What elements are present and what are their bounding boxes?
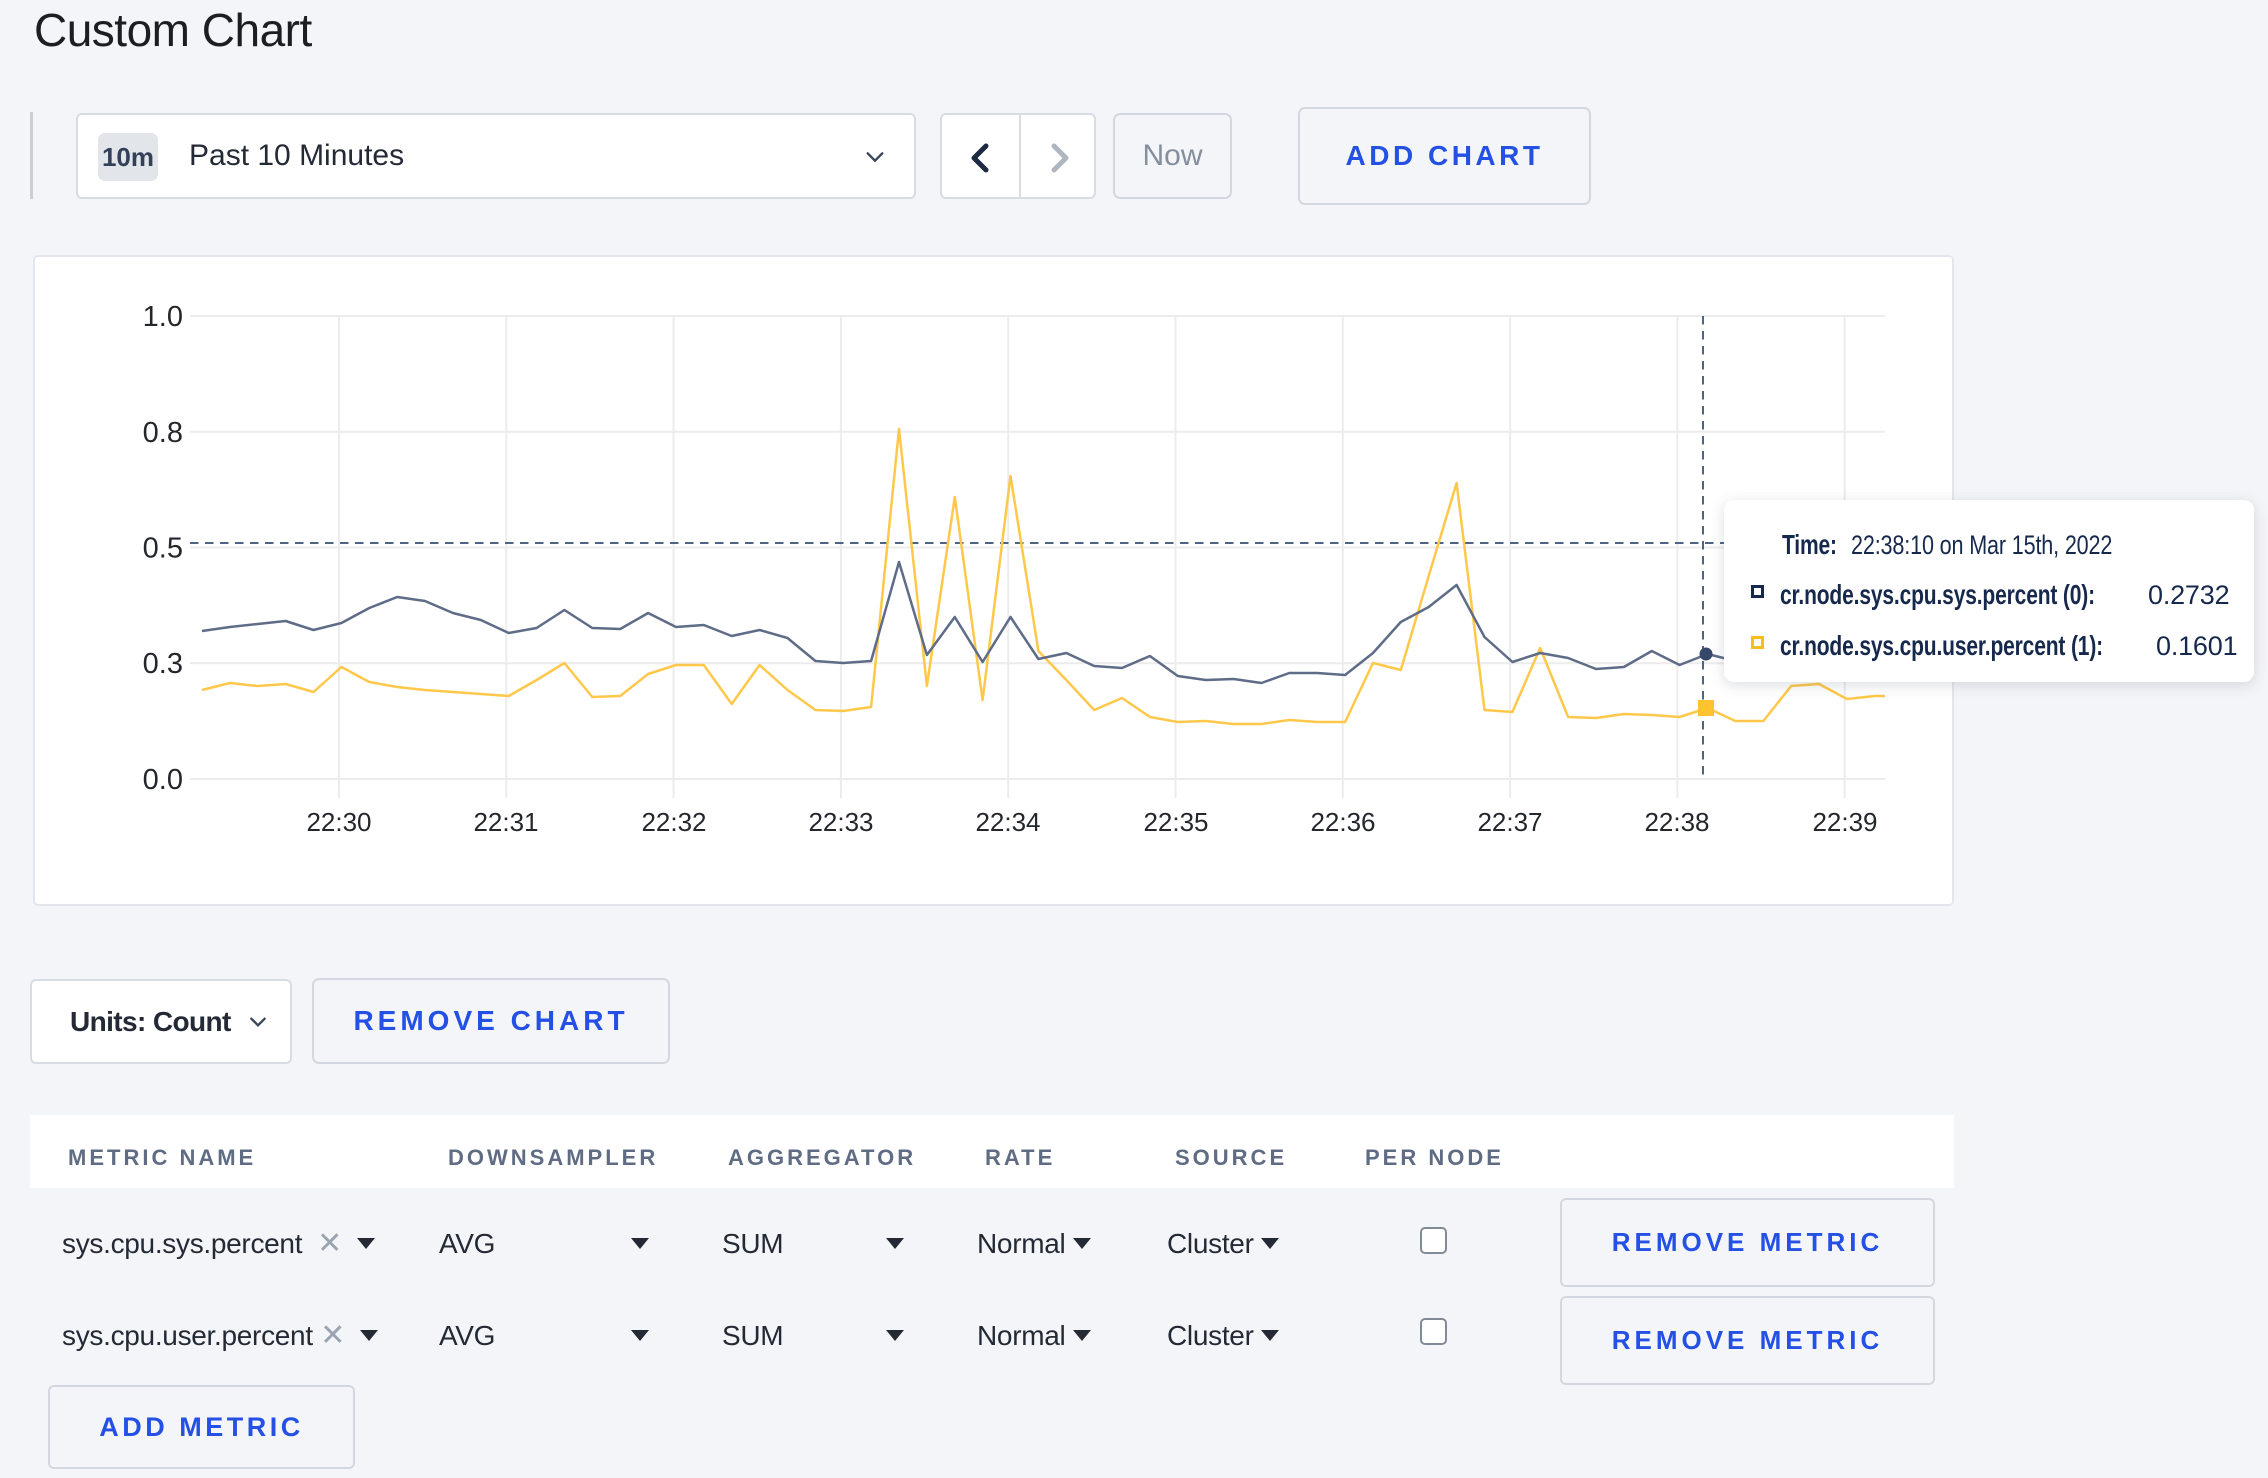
svg-text:22:32: 22:32 xyxy=(641,807,706,837)
svg-text:22:37: 22:37 xyxy=(1477,807,1542,837)
svg-text:22:35: 22:35 xyxy=(1143,807,1208,837)
svg-text:22:33: 22:33 xyxy=(808,807,873,837)
svg-text:0.5: 0.5 xyxy=(143,533,183,565)
svg-text:22:38: 22:38 xyxy=(1644,807,1709,837)
svg-text:22:36: 22:36 xyxy=(1310,807,1375,837)
svg-text:0.8: 0.8 xyxy=(143,417,183,449)
svg-text:1.0: 1.0 xyxy=(143,301,183,333)
svg-text:0.3: 0.3 xyxy=(143,648,183,680)
svg-text:22:30: 22:30 xyxy=(306,807,371,837)
svg-text:22:31: 22:31 xyxy=(473,807,538,837)
svg-text:0.0: 0.0 xyxy=(143,764,183,796)
svg-text:22:34: 22:34 xyxy=(975,807,1040,837)
svg-text:22:39: 22:39 xyxy=(1812,807,1877,837)
